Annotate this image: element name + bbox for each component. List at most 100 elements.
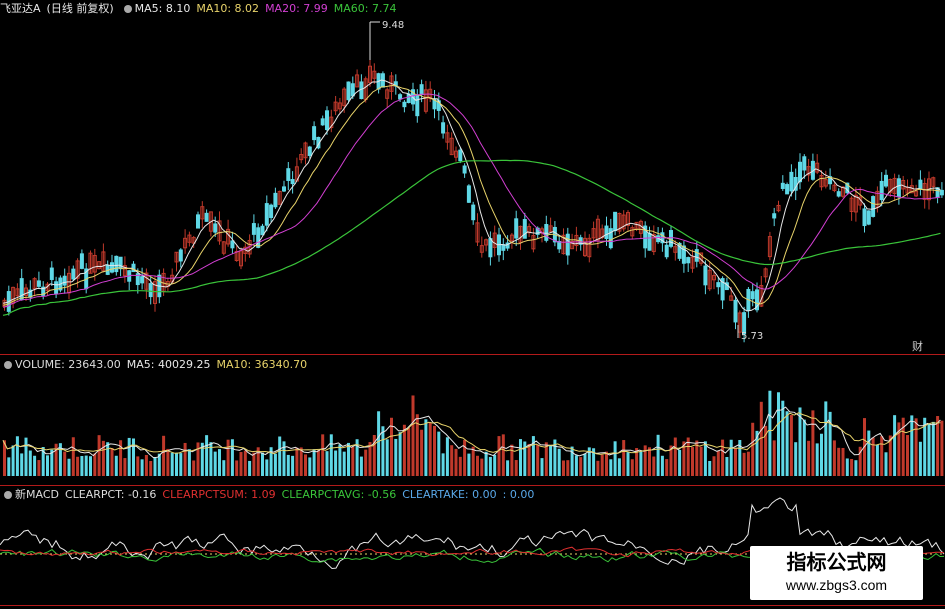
volume-bar: [351, 446, 355, 476]
volume-bar: [132, 438, 135, 476]
volume-bar: [652, 456, 656, 476]
volume-bar: [802, 419, 806, 476]
volume-bar: [820, 433, 823, 476]
volume-bar: [557, 448, 561, 476]
volume-bar: [230, 439, 234, 476]
candle-body: [290, 179, 295, 185]
candle-body: [196, 214, 200, 229]
volume-bar: [252, 452, 256, 476]
volume-bar: [359, 456, 363, 476]
volume-legend: VOLUME: 23643.00 MA5: 40029.25 MA10: 36340…: [0, 357, 319, 373]
volume-bar: [7, 457, 11, 476]
candle-body: [471, 204, 476, 221]
volume-bar: [15, 436, 19, 476]
volume-bar: [622, 440, 626, 476]
volume-bar: [721, 439, 725, 476]
watermark-title: 指标公式网: [786, 550, 887, 574]
volume-bar: [304, 454, 307, 476]
candle-body: [522, 219, 527, 239]
volume-chart-panel[interactable]: VOLUME: 23643.00 MA5: 40029.25 MA10: 36340…: [0, 356, 945, 486]
volume-bar: [781, 400, 785, 476]
volume-bar: [699, 446, 703, 476]
volume-bar: [488, 456, 492, 476]
finance-badge[interactable]: 财: [912, 338, 923, 354]
volume-bar: [794, 442, 798, 476]
candle-body: [879, 180, 884, 201]
candle-body: [501, 244, 506, 251]
volume-bar: [536, 444, 540, 476]
volume-bar: [123, 458, 127, 476]
volume-bar: [914, 418, 918, 476]
candle-body: [557, 240, 562, 250]
volume-bar: [261, 452, 264, 476]
volume-bar: [398, 432, 402, 476]
volume-bar: [127, 437, 131, 476]
volume-bar: [385, 439, 389, 476]
volume-bar: [67, 458, 71, 476]
candle-body: [441, 122, 446, 134]
volume-bar: [179, 453, 183, 476]
volume-bar: [630, 459, 634, 476]
volume-bar: [140, 459, 144, 476]
candle-body: [269, 204, 274, 218]
volume-bar: [875, 444, 879, 476]
volume-bar: [703, 441, 707, 476]
volume-bar: [239, 452, 243, 476]
volume-bars[interactable]: [0, 356, 945, 486]
candle-body: [669, 230, 673, 247]
price-chart-panel[interactable]: 飞亚达A (日线 前复权) MA5: 8.10 MA10: 8.02 MA20: 7.9…: [0, 0, 945, 356]
volume-bar: [321, 434, 325, 476]
volume-bar: [308, 457, 312, 476]
volume-bar: [80, 455, 84, 476]
volume-bar: [402, 424, 406, 476]
candlestick-chart[interactable]: [0, 0, 945, 356]
candle-body: [118, 256, 123, 270]
candle-body: [785, 184, 790, 195]
candle-body: [54, 281, 59, 295]
candle-body: [716, 282, 721, 288]
candle-body: [79, 253, 84, 269]
volume-bar: [837, 447, 841, 476]
volume-bar: [746, 451, 750, 476]
price-indicator-1: MA10: 8.02: [196, 2, 260, 15]
ma5-line: [2, 79, 941, 312]
volume-bar: [243, 450, 247, 476]
volume-bar: [691, 447, 694, 476]
price-legend: 飞亚达A (日线 前复权) MA5: 8.10 MA10: 8.02 MA20: 7.9…: [0, 1, 409, 17]
candle-body: [264, 203, 269, 226]
price-indicator-0: MA5: 8.10: [134, 2, 191, 15]
volume-bar: [222, 460, 226, 476]
candle-body: [273, 192, 278, 208]
settings-circle-icon[interactable]: [123, 5, 132, 13]
volume-bar: [162, 435, 166, 476]
volume-bar: [777, 392, 780, 476]
candle-body: [458, 149, 463, 162]
volume-bar: [751, 422, 755, 476]
volume-bar: [906, 435, 909, 476]
volume-bar: [519, 439, 522, 476]
volume-bar: [334, 450, 338, 476]
volume-bar: [579, 457, 583, 476]
volume-bar: [37, 460, 41, 476]
volume-bar: [458, 456, 462, 476]
volume-bar: [893, 415, 897, 476]
volume-bar: [501, 434, 505, 476]
volume-bar: [338, 444, 342, 476]
volume-bar: [484, 451, 488, 476]
volume-bar: [136, 456, 140, 476]
volume-bar: [832, 440, 836, 476]
candle-body: [780, 182, 785, 189]
candle-body: [148, 283, 153, 298]
settings-circle-icon[interactable]: [4, 361, 12, 369]
settings-circle-icon[interactable]: [4, 491, 12, 499]
macd-indicator-5: : 0.00: [502, 488, 535, 501]
volume-bar: [226, 439, 230, 476]
volume-bar: [936, 416, 940, 476]
volume-indicator-0: VOLUME: 23643.00: [15, 358, 121, 371]
ma10-line: [2, 84, 941, 306]
candle-body: [350, 83, 355, 97]
volume-bar: [708, 460, 712, 476]
volume-bar: [596, 460, 600, 476]
candle-body: [260, 225, 265, 236]
candle-body: [251, 223, 256, 235]
